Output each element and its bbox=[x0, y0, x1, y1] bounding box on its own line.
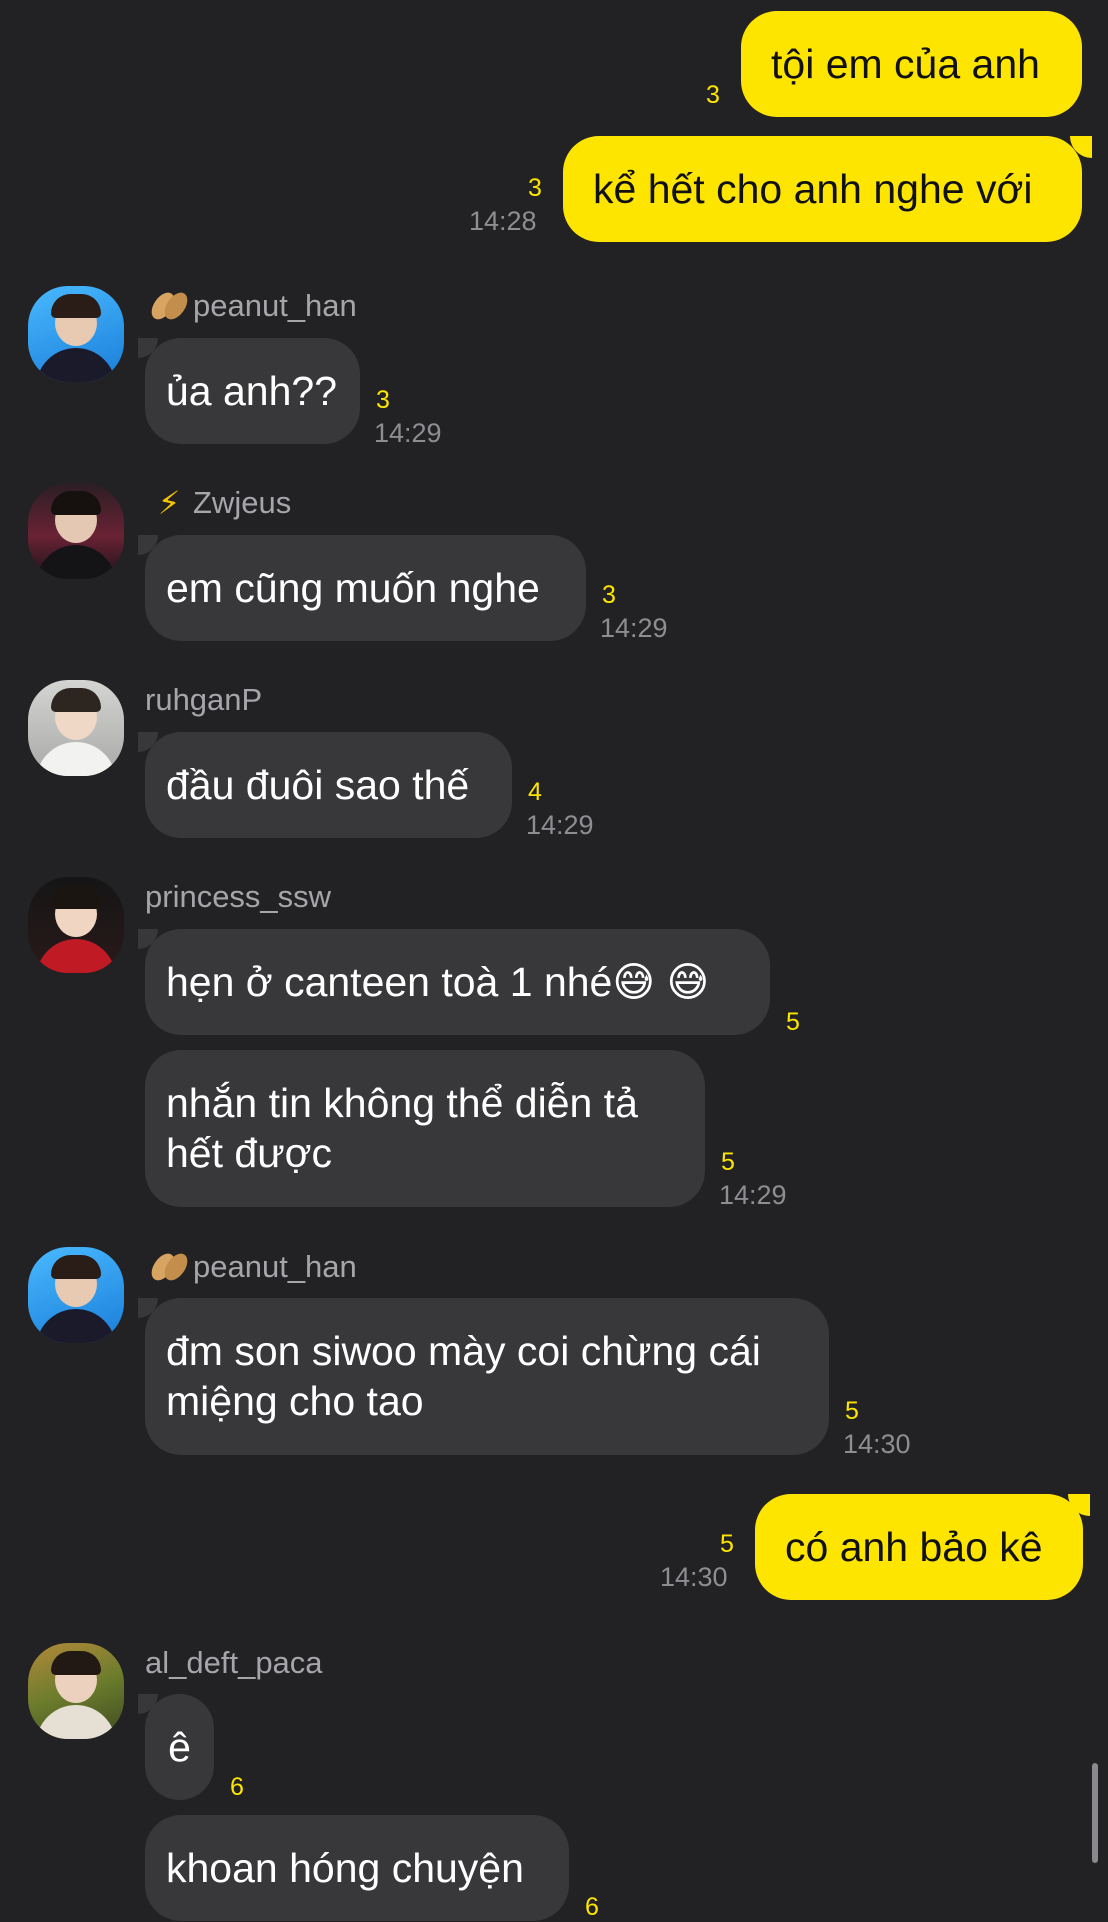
peanut-icon bbox=[148, 1249, 190, 1285]
sender-name-text: ruhganP bbox=[145, 682, 263, 717]
message-text: ủa anh?? bbox=[166, 368, 338, 414]
message-text: đm son siwoo mày coi chừng cái miệng cho… bbox=[166, 1328, 761, 1424]
sender-name: ruhganP bbox=[145, 682, 262, 718]
avatar-zwjeus[interactable] bbox=[28, 483, 124, 579]
message-text: hẹn ở canteen toà 1 nhé😅 😅 bbox=[166, 959, 710, 1005]
sender-name: ⚡ Zwjeus bbox=[148, 485, 291, 521]
message-timestamp: 14:29 bbox=[719, 1180, 787, 1210]
incoming-message-bubble[interactable]: nhắn tin không thể diễn tả hết được bbox=[145, 1050, 705, 1207]
message-timestamp: 14:28 bbox=[469, 206, 537, 236]
peanut-icon bbox=[148, 288, 190, 324]
outgoing-message-bubble[interactable]: có anh bảo kê bbox=[755, 1494, 1083, 1600]
sender-name-text: peanut_han bbox=[193, 288, 357, 323]
message-timestamp: 14:30 bbox=[660, 1562, 728, 1592]
message-timestamp: 14:30 bbox=[843, 1429, 911, 1459]
incoming-message-bubble[interactable]: đầu đuôi sao thế bbox=[145, 732, 512, 838]
outgoing-message-bubble[interactable]: tội em của anh bbox=[741, 11, 1082, 117]
message-text: nhắn tin không thể diễn tả hết được bbox=[166, 1080, 638, 1176]
unread-count: 3 bbox=[376, 386, 390, 414]
message-timestamp: 14:29 bbox=[374, 418, 442, 448]
outgoing-message-bubble[interactable]: kể hết cho anh nghe với bbox=[563, 136, 1082, 242]
unread-count: 5 bbox=[845, 1397, 859, 1425]
message-text: tội em của anh bbox=[771, 41, 1040, 87]
sender-name-text: Zwjeus bbox=[193, 485, 292, 520]
sender-name-text: princess_ssw bbox=[145, 879, 332, 914]
unread-count: 5 bbox=[721, 1148, 735, 1176]
unread-count: 6 bbox=[585, 1893, 599, 1921]
incoming-message-bubble[interactable]: ê bbox=[145, 1694, 214, 1800]
incoming-message-bubble[interactable]: khoan hóng chuyện bbox=[145, 1815, 569, 1921]
unread-count: 3 bbox=[528, 174, 542, 202]
incoming-message-bubble[interactable]: ủa anh?? bbox=[145, 338, 360, 444]
avatar-ruhganp[interactable] bbox=[28, 680, 124, 776]
sender-name: al_deft_paca bbox=[145, 1645, 323, 1681]
avatar-peanut-han[interactable] bbox=[28, 1247, 124, 1343]
avatar-al-deft-paca[interactable] bbox=[28, 1643, 124, 1739]
message-text: ê bbox=[168, 1724, 191, 1770]
unread-count: 5 bbox=[720, 1530, 734, 1558]
avatar-princess-ssw[interactable] bbox=[28, 877, 124, 973]
message-text: khoan hóng chuyện bbox=[166, 1845, 524, 1891]
sender-name: princess_ssw bbox=[145, 879, 331, 915]
message-timestamp: 14:29 bbox=[526, 810, 594, 840]
sender-name-text: al_deft_paca bbox=[145, 1645, 323, 1680]
message-text: em cũng muốn nghe bbox=[166, 565, 540, 611]
message-text: đầu đuôi sao thế bbox=[166, 762, 470, 808]
sender-name: peanut_han bbox=[148, 288, 357, 324]
message-text: kể hết cho anh nghe với bbox=[593, 166, 1033, 212]
incoming-message-bubble[interactable]: đm son siwoo mày coi chừng cái miệng cho… bbox=[145, 1298, 829, 1455]
message-text: có anh bảo kê bbox=[785, 1524, 1043, 1570]
sender-name-text: peanut_han bbox=[193, 1249, 357, 1284]
unread-count: 3 bbox=[706, 81, 720, 109]
avatar-peanut-han[interactable] bbox=[28, 286, 124, 382]
message-timestamp: 14:29 bbox=[600, 613, 668, 643]
unread-count: 5 bbox=[786, 1008, 800, 1036]
lightning-icon: ⚡ bbox=[157, 485, 181, 521]
sender-name: peanut_han bbox=[148, 1249, 357, 1285]
incoming-message-bubble[interactable]: em cũng muốn nghe bbox=[145, 535, 586, 641]
scrollbar[interactable] bbox=[1092, 1763, 1098, 1863]
unread-count: 3 bbox=[602, 581, 616, 609]
unread-count: 4 bbox=[528, 778, 542, 806]
incoming-message-bubble[interactable]: hẹn ở canteen toà 1 nhé😅 😅 bbox=[145, 929, 770, 1035]
unread-count: 6 bbox=[230, 1773, 244, 1801]
